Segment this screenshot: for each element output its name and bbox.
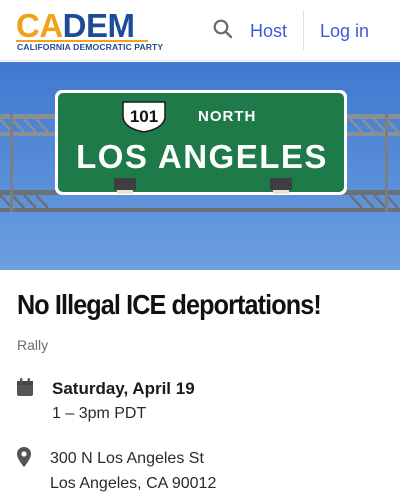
event-hero-image: 101 NORTH LOS ANGELES [0, 62, 400, 270]
logo-subtitle: CALIFORNIA DEMOCRATIC PARTY [17, 42, 164, 52]
search-icon [213, 19, 233, 39]
highway-sign-illustration: 101 NORTH LOS ANGELES [0, 62, 400, 270]
site-header: CADEM CALIFORNIA DEMOCRATIC PARTY Host L… [0, 0, 400, 61]
map-pin-icon [17, 447, 35, 467]
event-time: 1 – 3pm PDT [52, 405, 147, 422]
route-number: 101 [130, 107, 158, 126]
calendar-icon [16, 377, 34, 397]
event-address-line1[interactable]: 300 N Los Angeles St [50, 449, 204, 469]
nav-divider [303, 10, 304, 50]
sign-direction: NORTH [198, 108, 256, 125]
event-title: No Illegal ICE deportations! [17, 289, 322, 320]
logo-wordmark: CADEM [16, 7, 135, 44]
event-date: Saturday, April 19 [52, 379, 195, 398]
host-link[interactable]: Host [250, 20, 287, 42]
event-type: Rally [17, 337, 49, 353]
login-link[interactable]: Log in [320, 20, 369, 42]
search-button[interactable] [211, 17, 235, 41]
sign-destination: LOS ANGELES [76, 138, 328, 175]
cadem-logo[interactable]: CADEM CALIFORNIA DEMOCRATIC PARTY [16, 7, 163, 55]
event-address-line2[interactable]: Los Angeles, CA 90012 [50, 474, 216, 494]
